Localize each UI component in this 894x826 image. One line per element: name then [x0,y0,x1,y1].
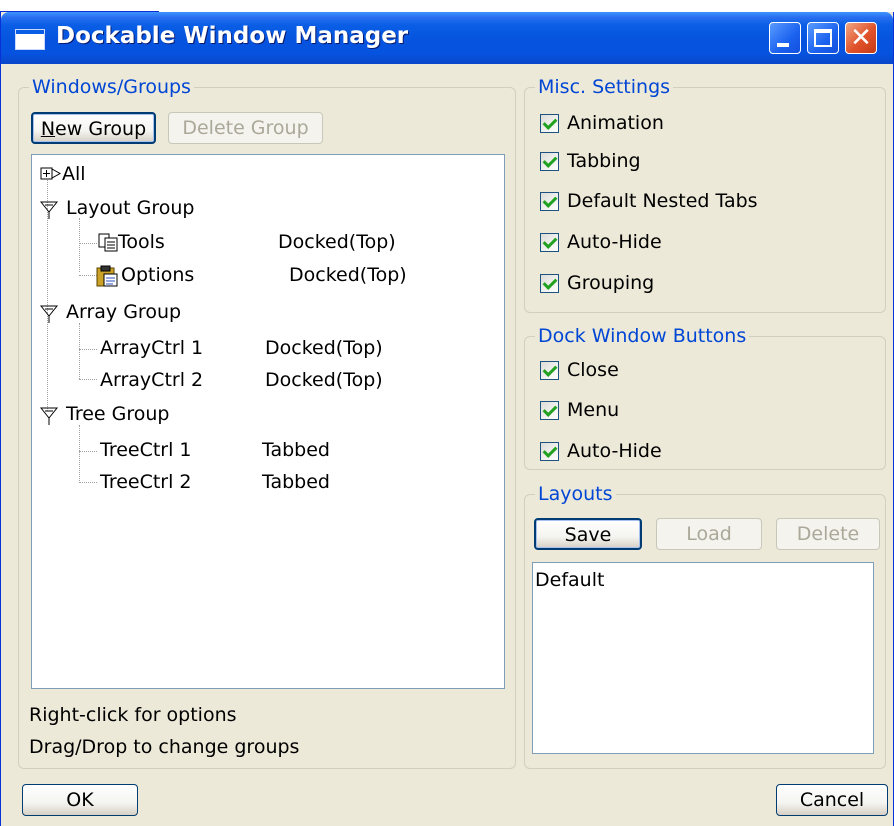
tree-node-treectrl-1[interactable]: TreeCtrl 1 [100,439,192,461]
save-button[interactable]: Save [534,518,642,550]
collapse-icon[interactable] [40,199,62,221]
ok-label: OK [66,789,94,811]
list-item[interactable]: Default [535,569,604,591]
checkbox-checked-icon [540,152,559,171]
checkbox-checked-icon [540,274,559,293]
layouts-list[interactable]: Default [532,562,874,754]
tree-label: Tools [118,231,165,253]
window-icon [15,29,45,50]
minimize-button[interactable] [769,22,801,54]
expand-icon[interactable] [40,165,62,185]
windows-tree[interactable]: All Layout Group Tools Docked(Top) Optio… [31,154,505,689]
load-button[interactable]: Load [656,518,762,550]
ok-button[interactable]: OK [22,784,138,816]
cancel-label: Cancel [799,789,865,811]
maximize-icon [814,29,832,47]
checkbox-label: Default Nested Tabs [567,190,758,212]
load-label: Load [686,523,732,545]
collapse-icon[interactable] [40,303,62,325]
tree-status: Docked(Top) [265,337,383,359]
checkbox-label: Menu [567,399,620,421]
checkbox-checked-icon [540,192,559,211]
checkbox-checked-icon [540,361,559,380]
minimize-icon [777,43,789,47]
hint-drag-drop: Drag/Drop to change groups [29,736,300,758]
checkbox-label: Auto-Hide [567,440,662,462]
tree-connector [79,379,97,380]
tree-connector [79,349,97,350]
misc-settings-legend: Misc. Settings [535,76,674,98]
tree-node-arrayctrl-2[interactable]: ArrayCtrl 2 [100,369,203,391]
checkbox-label: Animation [567,112,664,134]
tree-connector [79,482,97,483]
delete-group-button[interactable]: Delete Group [168,112,323,144]
title-bar[interactable]: Dockable Window Manager ✕ [1,12,893,64]
dock-window-buttons-legend: Dock Window Buttons [535,325,750,347]
layouts-legend: Layouts [535,483,616,505]
options-icon [96,265,118,287]
hint-right-click: Right-click for options [29,704,237,726]
checkbox-label: Auto-Hide [567,231,662,253]
checkbox-checked-icon [540,114,559,133]
checkbox-checked-icon [540,401,559,420]
tree-node-treectrl-2[interactable]: TreeCtrl 2 [100,471,192,493]
tree-status: Docked(Top) [265,369,383,391]
tree-label: Options [121,264,195,286]
close-window-button[interactable]: ✕ [845,22,877,54]
window-title: Dockable Window Manager [56,23,409,49]
delete-layout-button[interactable]: Delete [776,518,880,550]
tree-connector [79,323,80,379]
checkbox-checked-icon [540,233,559,252]
tree-node-arrayctrl-1[interactable]: ArrayCtrl 1 [100,337,203,359]
close-icon: ✕ [850,23,872,53]
tree-status: Tabbed [262,471,330,493]
windows-groups-legend: Windows/Groups [29,76,194,98]
tree-connector [79,451,97,452]
tree-status: Docked(Top) [289,264,407,286]
new-group-label: ew Group [55,118,147,140]
save-label: Save [564,524,612,546]
tree-status: Tabbed [262,439,330,461]
cancel-button[interactable]: Cancel [776,784,888,816]
tree-label: Layout Group [66,197,195,219]
top-link-fragment [0,0,894,12]
delete-group-label: Delete Group [182,117,309,139]
tree-connector [79,218,80,272]
checkbox-label: Tabbing [567,150,641,172]
tree-connector [79,243,97,244]
tree-status: Docked(Top) [278,231,396,253]
tree-connector [79,275,97,276]
tree-label: All [62,163,86,185]
delete-layout-label: Delete [796,523,860,545]
maximize-button[interactable] [807,22,839,54]
new-group-button[interactable]: New Group [31,112,156,144]
tree-label: Tree Group [66,403,170,425]
checkbox-checked-icon [540,442,559,461]
tools-icon [98,233,118,252]
checkbox-label: Close [567,359,619,381]
collapse-icon[interactable] [40,405,62,427]
tree-label: Array Group [66,301,182,323]
tree-connector [79,425,80,483]
checkbox-label: Grouping [567,272,655,294]
